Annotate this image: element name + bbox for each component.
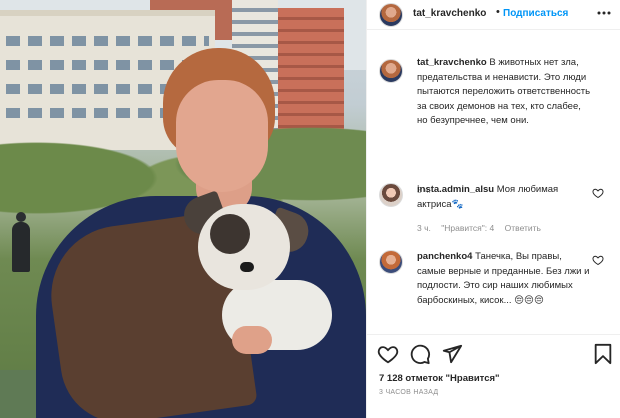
heart-icon[interactable]	[377, 343, 399, 365]
post-actions: 7 128 отметок "Нравится" 3 ЧАСОВ НАЗАД	[367, 334, 620, 418]
comment-icon[interactable]	[409, 343, 431, 365]
comment-time[interactable]: 3 ч.	[417, 223, 431, 233]
post-header: tat_kravchenko • Подписаться	[367, 0, 620, 30]
commenter-avatar[interactable]	[379, 183, 403, 207]
author-username[interactable]: tat_kravchenko	[413, 8, 486, 19]
comment-likes[interactable]: "Нравится": 4	[441, 223, 494, 233]
photo-woman-with-dog	[0, 0, 366, 418]
ellipsis-icon[interactable]	[596, 5, 612, 24]
likes-count[interactable]: 7 128 отметок "Нравится"	[379, 373, 500, 384]
post-timestamp[interactable]: 3 ЧАСОВ НАЗАД	[379, 389, 438, 396]
post-photo[interactable]	[0, 0, 366, 418]
separator-dot: •	[496, 6, 500, 18]
follow-button[interactable]: Подписаться	[503, 8, 568, 19]
bookmark-icon[interactable]	[592, 343, 614, 365]
caption-username[interactable]: tat_kravchenko	[417, 57, 487, 68]
comments-list[interactable]: tat_kravchenko В животных нет зла, преда…	[367, 31, 620, 334]
comment-text: insta.admin_alsu Моя любимая актриса🐾	[417, 183, 593, 212]
post-side-panel: tat_kravchenko • Подписаться tat_kravche…	[366, 0, 620, 418]
comment-username[interactable]: insta.admin_alsu	[417, 184, 494, 195]
author-avatar[interactable]	[379, 3, 403, 27]
author-avatar[interactable]	[379, 59, 403, 83]
reply-button[interactable]: Ответить	[505, 223, 541, 233]
comment-text: panchenko4 Танечка, Вы правы, самые верн…	[417, 250, 593, 308]
comment-username[interactable]: panchenko4	[417, 251, 472, 262]
commenter-avatar[interactable]	[379, 250, 403, 274]
comment-meta: 3 ч. "Нравится": 4 Ответить	[417, 223, 549, 233]
caption-text: tat_kravchenko В животных нет зла, преда…	[417, 56, 593, 129]
share-icon[interactable]	[441, 343, 463, 365]
comment-like-heart-icon[interactable]	[592, 187, 604, 199]
comment-like-heart-icon[interactable]	[592, 254, 604, 266]
